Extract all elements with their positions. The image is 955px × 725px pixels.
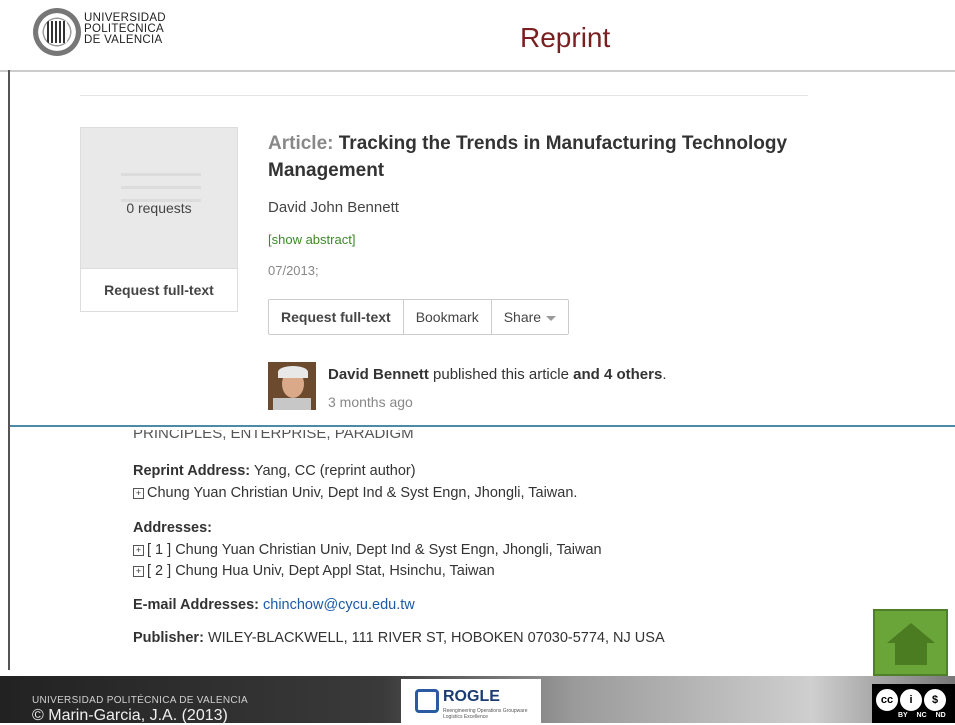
plus-box-icon[interactable]: + <box>133 566 144 577</box>
university-seal-icon <box>33 8 81 56</box>
share-button[interactable]: Share <box>492 300 568 334</box>
article-type: Article: <box>268 133 334 154</box>
article-thumbnail: 0 requests Request full-text <box>80 127 238 312</box>
rogle-logo: ROGLE Reengineering Operations Groupware… <box>401 679 541 723</box>
cc-license-labels: BY NC ND <box>898 712 946 719</box>
university-name-line: DE VALENCIA <box>84 34 163 46</box>
address-row: +[ 2 ] Chung Hua Univ, Dept Appl Stat, H… <box>133 563 495 579</box>
card-top-divider <box>80 95 808 96</box>
home-icon-body <box>895 643 927 665</box>
footer-copyright: © Marin-Garcia, J.A. (2013) <box>32 707 228 724</box>
avatar[interactable] <box>268 362 316 410</box>
article-date: 07/2013; <box>268 263 319 278</box>
chevron-down-icon <box>546 315 557 321</box>
publisher-label: Publisher: <box>133 630 204 646</box>
reprint-address-value: Yang, CC (reprint author) <box>253 463 416 479</box>
address-1: [ 1 ] Chung Yuan Christian Univ, Dept In… <box>147 542 602 558</box>
rogle-ring-icon <box>415 689 439 713</box>
screenshot-divider <box>10 425 955 427</box>
slide-title: Reprint <box>520 22 611 53</box>
header-divider <box>0 70 955 72</box>
address-2: [ 2 ] Chung Hua Univ, Dept Appl Stat, Hs… <box>147 563 495 579</box>
show-abstract-link[interactable]: [show abstract] <box>268 232 355 247</box>
activity-user[interactable]: David Bennett <box>328 366 429 383</box>
publisher-value: WILEY-BLACKWELL, 111 RIVER ST, HOBOKEN 0… <box>207 630 665 646</box>
reprint-affiliation-line: + Chung Yuan Christian Univ, Dept Ind & S… <box>133 485 577 501</box>
request-fulltext-button[interactable]: Request full-text <box>269 300 404 334</box>
reprint-address-label: Reprint Address: <box>133 463 251 479</box>
email-line: E-mail Addresses: chinchow@cycu.edu.tw <box>133 597 415 613</box>
rogle-logo-text: ROGLE <box>443 688 500 705</box>
plus-box-icon[interactable]: + <box>133 488 144 499</box>
article-author[interactable]: David John Bennett <box>268 199 399 216</box>
email-label: E-mail Addresses: <box>133 597 259 613</box>
plus-box-icon[interactable]: + <box>133 545 144 556</box>
thumbnail-preview: 0 requests <box>81 128 237 268</box>
home-icon <box>887 623 935 643</box>
home-button[interactable] <box>873 609 948 676</box>
university-name: UNIVERSIDAD POLITECNICA DE VALENCIA <box>84 12 166 46</box>
addresses-label: Addresses: <box>133 520 212 536</box>
footer-university: UNIVERSIDAD POLITÉCNICA DE VALENCIA <box>32 695 248 706</box>
creative-commons-icon: cc i $ BY NC ND <box>872 684 955 723</box>
reprint-address-line: Reprint Address: Yang, CC (reprint autho… <box>133 463 416 479</box>
keywords-cut-text: PRINCIPLES, ENTERPRISE, PARADIGM <box>133 430 414 441</box>
share-label: Share <box>503 309 542 325</box>
article-actions: Request full-text Bookmark Share <box>268 299 570 335</box>
rogle-logo-subtitle: Reengineering Operations Groupware Logis… <box>443 708 528 720</box>
activity-middle: published this article <box>433 366 569 383</box>
publisher-line: Publisher: WILEY-BLACKWELL, 111 RIVER ST… <box>133 630 665 646</box>
bookmark-button[interactable]: Bookmark <box>404 300 492 334</box>
request-count: 0 requests <box>126 200 192 216</box>
thumbnail-request-button[interactable]: Request full-text <box>81 268 237 312</box>
reprint-affiliation: Chung Yuan Christian Univ, Dept Ind & Sy… <box>147 485 578 501</box>
address-row: +[ 1 ] Chung Yuan Christian Univ, Dept I… <box>133 542 602 558</box>
activity-others[interactable]: and 4 others <box>573 366 662 383</box>
activity-time: 3 months ago <box>328 394 413 410</box>
addresses-label-line: Addresses: <box>133 520 212 536</box>
email-link[interactable]: chinchow@cycu.edu.tw <box>263 597 415 613</box>
activity-end: . <box>662 366 667 383</box>
activity-text: David Bennett published this article and… <box>328 366 666 383</box>
article-title-text[interactable]: Tracking the Trends in Manufacturing Tec… <box>268 133 787 181</box>
article-title[interactable]: Article: Tracking the Trends in Manufact… <box>268 130 788 184</box>
slide-header: UNIVERSIDAD POLITECNICA DE VALENCIA Repr… <box>0 0 955 72</box>
left-border <box>8 70 10 670</box>
